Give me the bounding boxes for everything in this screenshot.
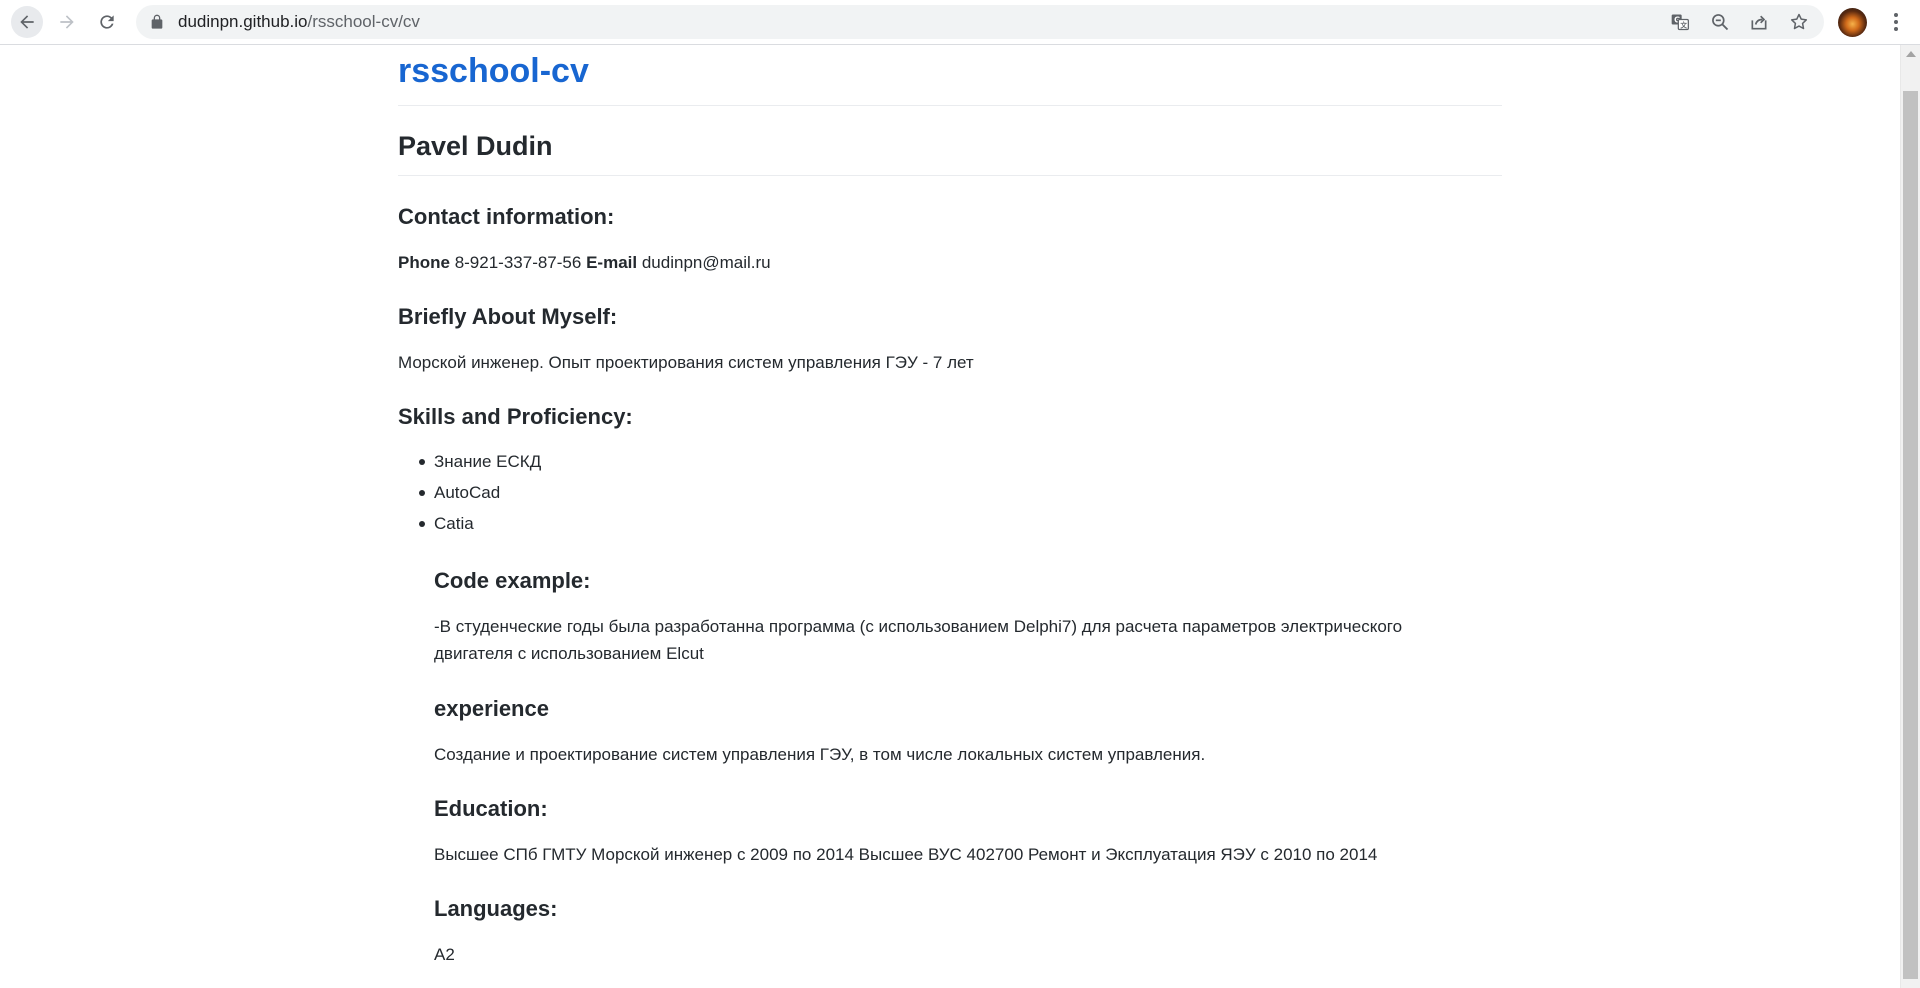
page-viewport: rsschool-cv Pavel Dudin Contact informat…	[0, 45, 1900, 988]
browser-toolbar: dudinpn.github.io/rsschool-cv/cv G 文	[0, 0, 1920, 45]
arrow-left-icon	[20, 15, 34, 29]
arrow-right-icon	[60, 15, 74, 29]
forward-button[interactable]	[51, 6, 83, 38]
phone-value: 8-921-337-87-56	[454, 253, 582, 272]
share-button[interactable]	[1749, 12, 1769, 32]
svg-text:文: 文	[1680, 20, 1687, 29]
site-title-link[interactable]: rsschool-cv	[398, 52, 589, 91]
skill-item: AutoCad	[418, 477, 541, 508]
skills-list: Знание ЕСКД AutoCad Catia	[418, 446, 541, 539]
bookmark-button[interactable]	[1789, 12, 1809, 32]
translate-button[interactable]: G 文	[1670, 12, 1690, 32]
url-text[interactable]: dudinpn.github.io/rsschool-cv/cv	[178, 5, 420, 39]
scrollbar-thumb[interactable]	[1903, 91, 1918, 979]
person-name: Pavel Dudin	[398, 131, 553, 161]
lock-icon[interactable]	[149, 14, 165, 30]
scroll-up-arrow[interactable]	[1906, 51, 1916, 57]
languages-text: A2	[434, 945, 455, 964]
zoom-button[interactable]	[1710, 12, 1730, 32]
skill-item: Знание ЕСКД	[418, 446, 541, 477]
about-heading: Briefly About Myself:	[398, 304, 618, 329]
languages-heading: Languages:	[434, 896, 558, 921]
profile-avatar[interactable]	[1838, 8, 1867, 37]
translate-icon: G 文	[1671, 14, 1689, 31]
experience-heading: experience	[434, 696, 549, 721]
phone-label: Phone	[398, 253, 450, 272]
vertical-scrollbar[interactable]	[1900, 45, 1920, 988]
share-icon	[1751, 15, 1767, 30]
education-text: Высшее СПб ГМТУ Морской инженер с 2009 п…	[434, 845, 1378, 864]
experience-text: Создание и проектирование систем управле…	[434, 745, 1206, 764]
contact-line: Phone 8-921-337-87-56 E-mail dudinpn@mai…	[398, 249, 771, 276]
star-icon	[1790, 13, 1808, 30]
more-vert-icon[interactable]	[1888, 10, 1904, 34]
title-divider	[398, 105, 1502, 106]
back-button[interactable]	[11, 6, 43, 38]
url-path: /rsschool-cv/cv	[307, 12, 420, 31]
reload-icon	[100, 15, 114, 29]
address-bar[interactable]: dudinpn.github.io/rsschool-cv/cv G 文	[136, 5, 1824, 39]
code-example-text: -В студенческие годы была разработанна п…	[434, 617, 1403, 663]
reload-button[interactable]	[91, 6, 123, 38]
skill-item: Catia	[418, 508, 541, 539]
education-heading: Education:	[434, 796, 548, 821]
about-text: Морской инженер. Опыт проектирования сис…	[398, 353, 974, 372]
skills-heading: Skills and Proficiency:	[398, 404, 633, 429]
zoom-out-icon	[1712, 14, 1729, 31]
url-domain: dudinpn.github.io	[178, 12, 308, 31]
email-value: dudinpn@mail.ru	[641, 253, 771, 272]
code-example-heading: Code example:	[434, 568, 591, 593]
name-divider	[398, 175, 1502, 176]
contact-heading: Contact information:	[398, 204, 615, 229]
email-label: E-mail	[586, 253, 638, 272]
